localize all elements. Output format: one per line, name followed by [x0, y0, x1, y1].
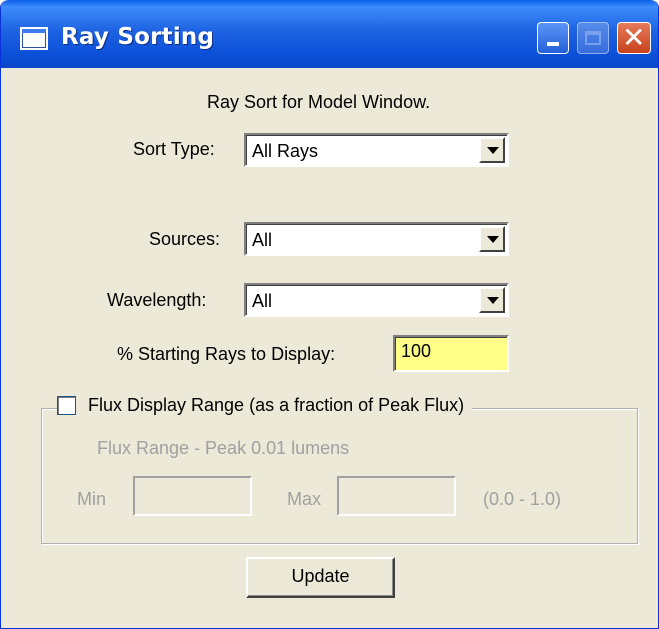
- close-button[interactable]: ✕: [617, 21, 651, 54]
- starting-rays-label: % Starting Rays to Display:: [117, 344, 336, 364]
- maximize-button: [577, 22, 609, 54]
- sort-type-label: Sort Type:: [133, 139, 215, 159]
- wavelength-value: All: [252, 291, 273, 311]
- chevron-down-icon[interactable]: [479, 287, 505, 313]
- wavelength-label: Wavelength:: [107, 290, 207, 310]
- sources-select[interactable]: All: [244, 222, 509, 256]
- minimize-icon: [547, 42, 559, 46]
- range-hint: (0.0 - 1.0): [483, 489, 562, 509]
- min-input: [133, 476, 252, 516]
- wavelength-select[interactable]: All: [244, 283, 509, 317]
- flux-display-legend[interactable]: Flux Display Range (as a fraction of Pea…: [57, 395, 473, 416]
- flux-display-checkbox-label[interactable]: Flux Display Range (as a fraction of Pea…: [88, 395, 464, 416]
- min-label: Min: [77, 489, 107, 509]
- minimize-button[interactable]: [537, 22, 569, 54]
- sort-type-value: All Rays: [252, 141, 319, 161]
- header-text: Ray Sort for Model Window.: [207, 92, 431, 112]
- flux-display-checkbox[interactable]: [57, 396, 76, 415]
- max-input: [337, 476, 456, 516]
- sources-label: Sources:: [149, 229, 221, 249]
- window-icon: [20, 27, 48, 50]
- sort-type-select[interactable]: All Rays: [244, 133, 509, 167]
- update-button[interactable]: Update: [246, 557, 395, 598]
- sources-value: All: [252, 230, 273, 250]
- window-title: Ray Sorting: [61, 24, 215, 50]
- maximize-icon: [585, 31, 601, 45]
- flux-range-text: Flux Range - Peak 0.01 lumens: [97, 438, 350, 458]
- starting-rays-input[interactable]: 100: [393, 335, 509, 372]
- ray-sorting-dialog: Ray Sorting ✕ Ray Sort for Model Window.…: [0, 0, 659, 629]
- title-bar[interactable]: Ray Sorting ✕: [1, 0, 658, 68]
- chevron-down-icon[interactable]: [479, 226, 505, 252]
- chevron-down-icon[interactable]: [479, 137, 505, 163]
- max-label: Max: [287, 489, 322, 509]
- close-icon: ✕: [622, 21, 646, 54]
